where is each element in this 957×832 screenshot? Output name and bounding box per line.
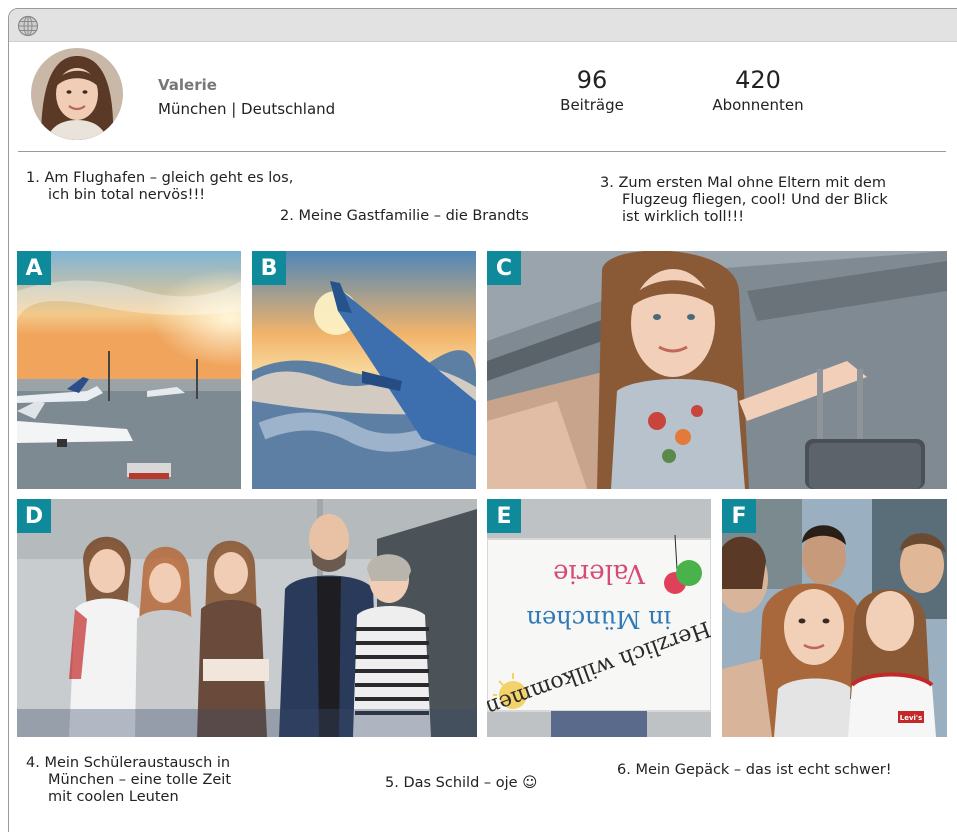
caption-2: 2. Meine Gastfamilie – die Brandts (280, 208, 600, 225)
stat-followers-label: Abonnenten (712, 96, 804, 114)
caption-5-number: 5. (385, 775, 399, 791)
globe-icon[interactable] (17, 15, 39, 37)
photo-c-letter: C (487, 251, 521, 285)
caption-4-line3: mit coolen Leuten (48, 789, 179, 805)
caption-2-line1: Meine Gastfamilie – die Brandts (298, 208, 529, 224)
airport-image (17, 251, 241, 489)
profile-username[interactable]: Valerie (158, 76, 217, 94)
stat-followers[interactable]: 420 Abonnenten (700, 66, 816, 114)
banner-city: in München (527, 605, 672, 633)
caption-1: 1. Am Flughafen – gleich geht es los, ic… (26, 170, 366, 204)
caption-4-line1: Mein Schüleraustausch in (44, 755, 231, 771)
caption-4-number: 4. (26, 755, 40, 771)
caption-3-number: 3. (600, 175, 614, 191)
caption-4: 4. Mein Schüleraustausch in München – ei… (26, 755, 286, 806)
profile-location: München | Deutschland (158, 100, 336, 118)
stat-posts[interactable]: 96 Beiträge (550, 66, 634, 114)
group-image: Levi's (722, 499, 947, 737)
stat-followers-number: 420 (735, 66, 781, 94)
banner-name: Valerie (553, 558, 646, 588)
window-titlebar (9, 9, 957, 42)
photo-c-selfie-suitcase[interactable]: C (487, 251, 947, 489)
caption-1-number: 1. (26, 170, 40, 186)
stat-posts-number: 96 (576, 66, 608, 94)
photo-a-letter: A (17, 251, 51, 285)
caption-6: 6. Mein Gepäck – das ist echt schwer! (617, 762, 947, 779)
stat-posts-label: Beiträge (560, 96, 624, 114)
photo-b-letter: B (252, 251, 286, 285)
caption-6-line1: Mein Gepäck – das ist echt schwer! (635, 762, 892, 778)
avatar[interactable] (31, 48, 123, 140)
photo-e-welcome-sign[interactable]: Valerie in München Herzlich willkommen E (487, 499, 711, 737)
photo-d-host-family[interactable]: D (17, 499, 477, 737)
caption-6-number: 6. (617, 762, 631, 778)
profile-divider (18, 151, 946, 152)
caption-5-line1: Das Schild – oje ☺ (403, 775, 538, 791)
caption-5: 5. Das Schild – oje ☺ (385, 775, 605, 792)
photo-e-letter: E (487, 499, 521, 533)
photo-d-letter: D (17, 499, 51, 533)
photo-a-airport[interactable]: A (17, 251, 241, 489)
caption-1-line2: ich bin total nervös!!! (48, 187, 206, 203)
caption-3: 3. Zum ersten Mal ohne Eltern mit dem Fl… (600, 175, 940, 226)
selfie-image (487, 251, 947, 489)
photo-f-group-selfie[interactable]: Levi's F (722, 499, 947, 737)
caption-4-line2: München – eine tolle Zeit (48, 772, 232, 788)
shirt-brand: Levi's (900, 714, 922, 722)
caption-2-number: 2. (280, 208, 294, 224)
caption-3-line3: ist wirklich toll!!! (622, 209, 745, 225)
caption-1-line1: Am Flughafen – gleich geht es los, (44, 170, 294, 186)
photo-b-airplane-wing[interactable]: B (252, 251, 476, 489)
sign-image: Valerie in München Herzlich willkommen (487, 499, 711, 737)
avatar-photo (31, 48, 123, 140)
wing-image (252, 251, 476, 489)
family-image (17, 499, 477, 737)
caption-3-line2: Flugzeug fliegen, cool! Und der Blick (622, 192, 888, 208)
caption-3-line1: Zum ersten Mal ohne Eltern mit dem (618, 175, 886, 191)
photo-f-letter: F (722, 499, 756, 533)
